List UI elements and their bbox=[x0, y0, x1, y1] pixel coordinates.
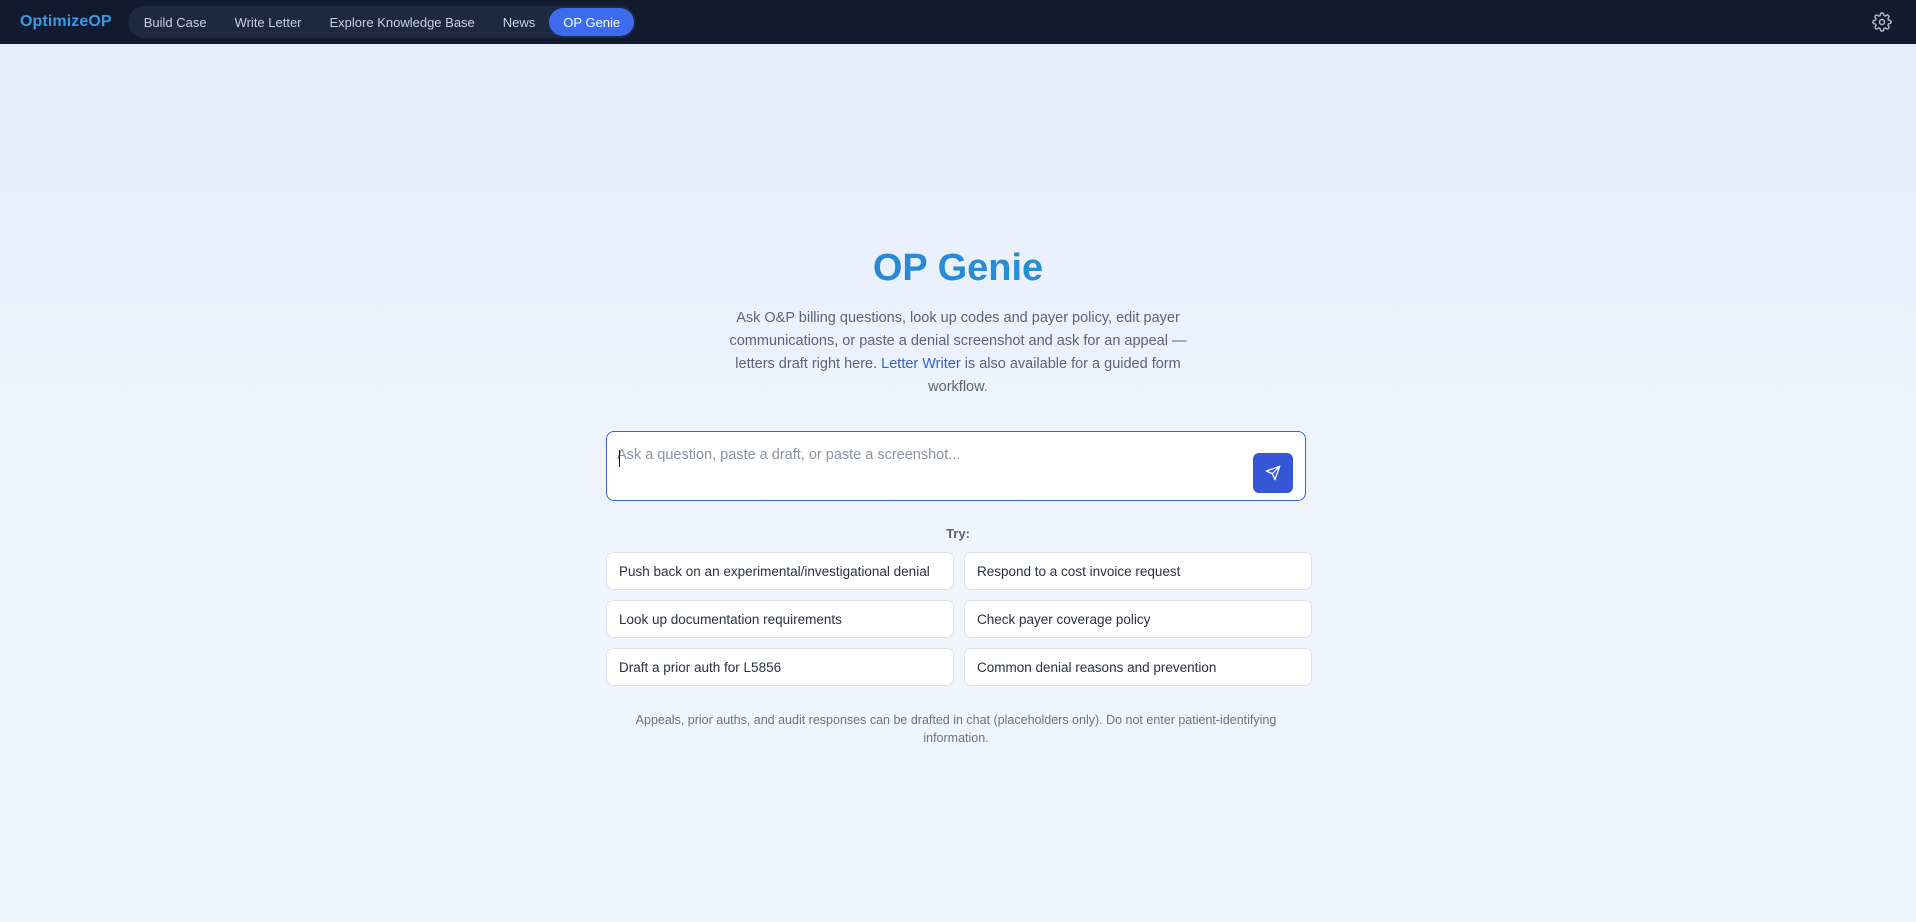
chat-input[interactable] bbox=[617, 447, 1217, 487]
nav-tabs: Build Case Write Letter Explore Knowledg… bbox=[127, 6, 637, 38]
suggestion-chip[interactable]: Draft a prior auth for L5856 bbox=[606, 648, 954, 686]
nav-news[interactable]: News bbox=[489, 8, 550, 36]
nav-write-letter[interactable]: Write Letter bbox=[221, 8, 316, 36]
gear-icon[interactable] bbox=[1872, 12, 1892, 32]
chat-input-box bbox=[606, 431, 1306, 501]
letter-writer-link[interactable]: Letter Writer bbox=[881, 356, 961, 372]
nav-build-case[interactable]: Build Case bbox=[130, 8, 221, 36]
suggestion-chip[interactable]: Check payer coverage policy bbox=[964, 600, 1312, 638]
suggestion-chip[interactable]: Common denial reasons and prevention bbox=[964, 648, 1312, 686]
top-nav-bar: OptimizeOP Build Case Write Letter Explo… bbox=[0, 0, 1916, 44]
nav-explore-knowledge-base[interactable]: Explore Knowledge Base bbox=[316, 8, 489, 36]
suggestion-chip[interactable]: Look up documentation requirements bbox=[606, 600, 954, 638]
text-caret bbox=[619, 450, 620, 467]
brand-logo[interactable]: OptimizeOP bbox=[20, 13, 112, 31]
page-title: OP Genie bbox=[0, 244, 1916, 292]
suggestion-grid: Push back on an experimental/investigati… bbox=[606, 552, 1312, 686]
nav-op-genie[interactable]: OP Genie bbox=[549, 8, 635, 36]
suggestion-chip[interactable]: Respond to a cost invoice request bbox=[964, 552, 1312, 590]
description-text-2: is also available for a guided form work… bbox=[928, 356, 1181, 395]
try-label: Try: bbox=[946, 526, 970, 541]
disclaimer-note: Appeals, prior auths, and audit response… bbox=[635, 713, 1277, 745]
suggestion-chip[interactable]: Push back on an experimental/investigati… bbox=[606, 552, 954, 590]
page-description: Ask O&P billing questions, look up codes… bbox=[718, 307, 1198, 399]
send-button[interactable] bbox=[1253, 453, 1293, 493]
send-icon bbox=[1265, 465, 1281, 481]
